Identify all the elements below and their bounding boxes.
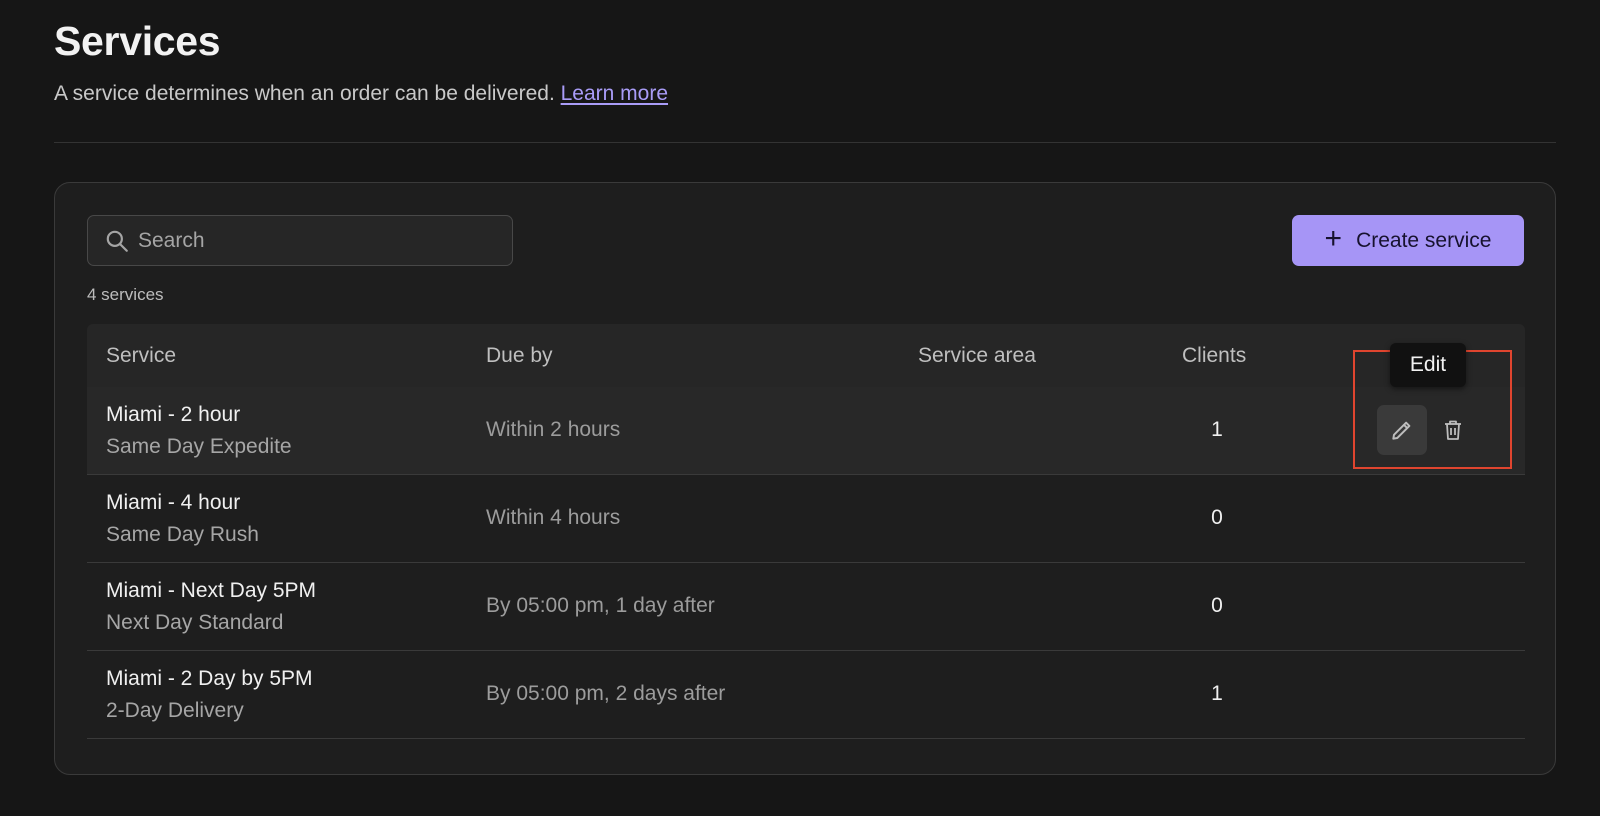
trash-icon [1441, 417, 1465, 443]
create-service-label: Create service [1356, 228, 1492, 252]
clients-cell: 0 [1211, 594, 1223, 617]
service-cell: Miami - 2 hour Same Day Expedite [106, 403, 292, 459]
search-input[interactable] [138, 228, 498, 253]
table-row[interactable]: Miami - 4 hour Same Day Rush Within 4 ho… [87, 475, 1525, 563]
services-card: + Create service 4 services Service Due … [54, 182, 1556, 775]
clients-cell: 1 [1211, 418, 1223, 441]
due-by-cell: Within 2 hours [486, 418, 621, 441]
table-row[interactable]: Miami - 2 Day by 5PM 2-Day Delivery By 0… [87, 651, 1525, 739]
search-box[interactable] [87, 215, 513, 266]
table-row[interactable]: Miami - 2 hour Same Day Expedite Within … [87, 387, 1525, 475]
due-by-cell: By 05:00 pm, 1 day after [486, 594, 715, 617]
plus-icon: + [1324, 222, 1343, 255]
clients-cell: 1 [1211, 682, 1223, 705]
create-service-button[interactable]: + Create service [1292, 215, 1524, 266]
pencil-icon [1389, 417, 1415, 443]
table-row[interactable]: Miami - Next Day 5PM Next Day Standard B… [87, 563, 1525, 651]
service-cell: Miami - 2 Day by 5PM 2-Day Delivery [106, 667, 313, 723]
edit-button[interactable] [1377, 405, 1427, 455]
due-by-cell: By 05:00 pm, 2 days after [486, 682, 726, 705]
edit-tooltip: Edit [1390, 343, 1466, 387]
service-name: Miami - 2 hour [106, 403, 241, 426]
search-icon [104, 228, 130, 254]
services-count: 4 services [87, 285, 164, 304]
service-type: Same Day Rush [106, 523, 259, 546]
service-type: 2-Day Delivery [106, 699, 244, 722]
learn-more-link[interactable]: Learn more [561, 82, 668, 105]
due-by-cell: Within 4 hours [486, 506, 621, 529]
service-cell: Miami - Next Day 5PM Next Day Standard [106, 579, 316, 635]
services-table: Service Due by Service area Clients Miam… [87, 324, 1525, 739]
page-subtitle: A service determines when an order can b… [54, 82, 668, 106]
delete-button[interactable] [1439, 405, 1467, 455]
column-header-due-by[interactable]: Due by [486, 344, 553, 368]
column-header-service-area[interactable]: Service area [918, 344, 1036, 368]
row-actions [1377, 405, 1467, 455]
service-name: Miami - 4 hour [106, 491, 241, 514]
subtitle-text: A service determines when an order can b… [54, 82, 555, 105]
page-title: Services [54, 18, 221, 64]
service-type: Same Day Expedite [106, 435, 292, 458]
column-header-clients[interactable]: Clients [1182, 344, 1246, 368]
service-type: Next Day Standard [106, 611, 284, 634]
header-divider [54, 142, 1556, 143]
service-name: Miami - Next Day 5PM [106, 579, 317, 602]
column-header-service[interactable]: Service [106, 344, 176, 368]
service-name: Miami - 2 Day by 5PM [106, 667, 313, 690]
services-page: Services A service determines when an or… [0, 0, 1600, 816]
clients-cell: 0 [1211, 506, 1223, 529]
service-cell: Miami - 4 hour Same Day Rush [106, 491, 259, 547]
table-header: Service Due by Service area Clients [87, 324, 1525, 387]
